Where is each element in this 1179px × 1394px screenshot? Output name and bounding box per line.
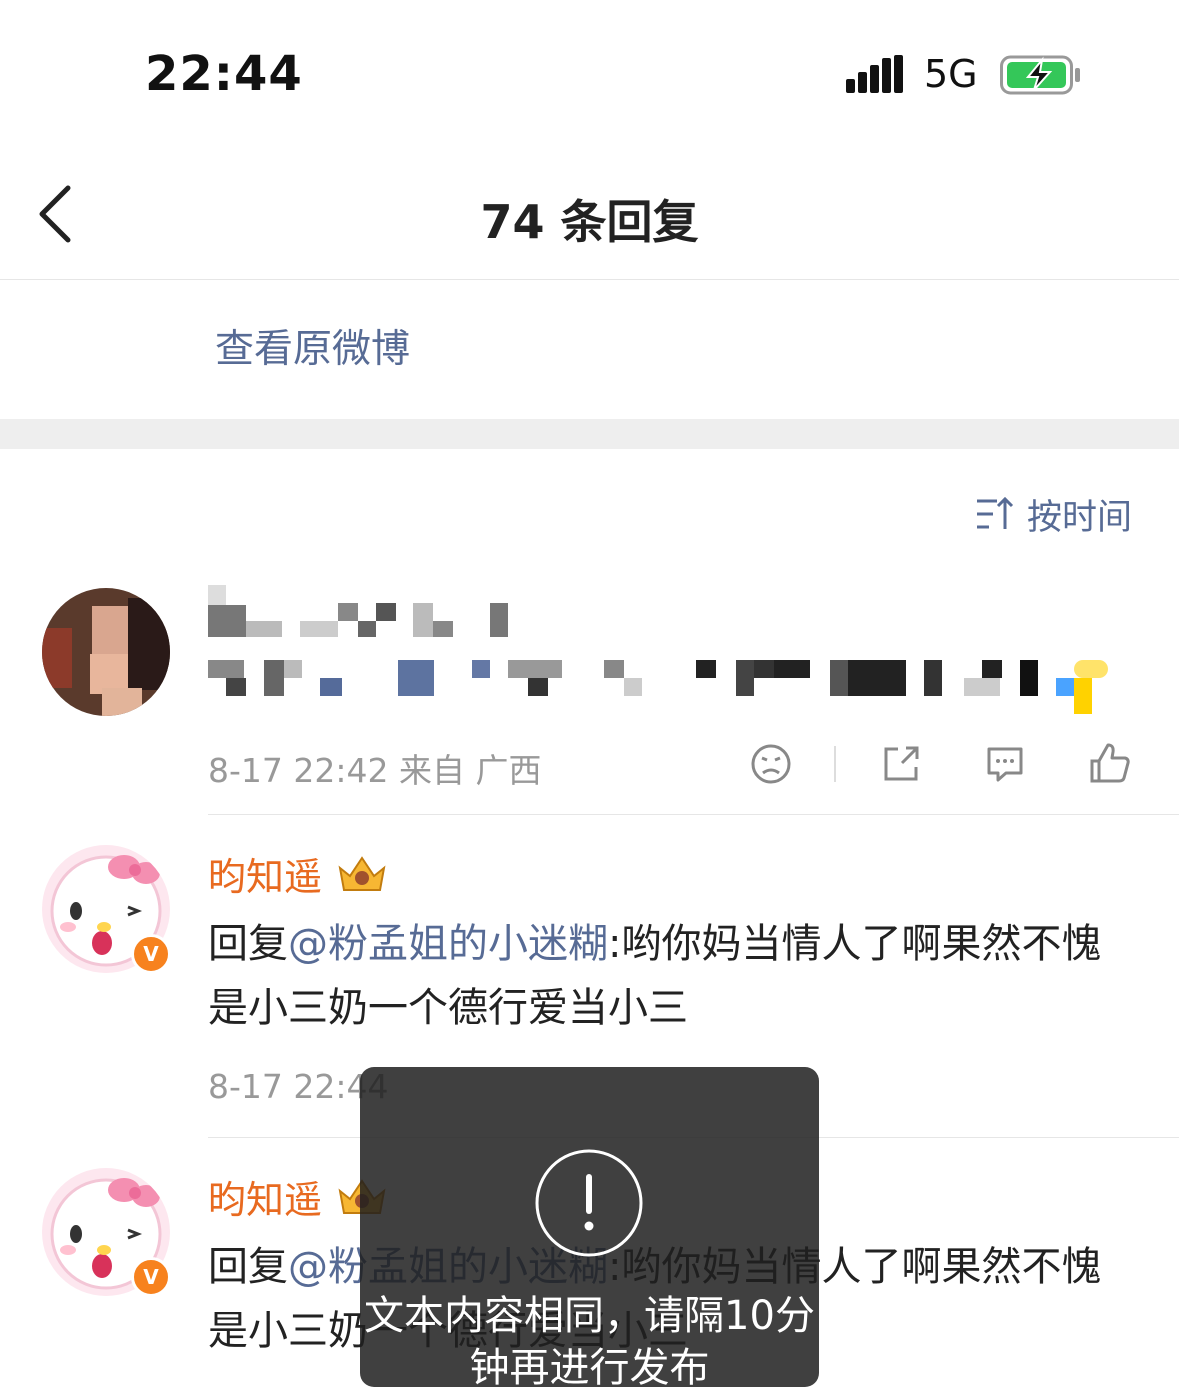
alert-icon	[535, 1149, 643, 1257]
network-type: 5G	[924, 52, 978, 96]
section-separator	[0, 419, 1179, 449]
page-title: 74 条回复	[480, 195, 699, 249]
view-original-link[interactable]: 查看原微博	[215, 318, 410, 374]
verified-badge-icon: V	[131, 1257, 171, 1297]
battery-charging-icon	[1000, 55, 1080, 95]
comment-icon[interactable]	[984, 743, 1026, 785]
status-time: 22:44	[145, 46, 303, 102]
comment-meta: 8-17 22:42 来自 广西	[208, 751, 542, 790]
sad-face-icon[interactable]	[750, 743, 792, 785]
divider	[208, 814, 1179, 815]
sort-toggle[interactable]: 按时间	[975, 492, 1132, 538]
crown-badge-icon	[338, 855, 386, 891]
reply-1-text: 回复@粉孟姐的小迷糊:哟你妈当情人了啊果然不愧是小三奶一个德行爱当小三	[208, 912, 1128, 1040]
action-divider	[834, 746, 836, 782]
reply-1-username[interactable]: 昀知遥	[208, 846, 322, 901]
sort-icon	[977, 496, 1014, 529]
reply-prefix: 回复	[208, 921, 288, 967]
reply-2-username[interactable]: 昀知遥	[208, 1169, 322, 1224]
like-icon[interactable]	[1088, 741, 1132, 785]
signal-icon	[846, 55, 903, 93]
pixelated-comment-text	[208, 658, 1118, 718]
sort-label: 按时间	[1027, 497, 1133, 538]
divider	[0, 279, 1179, 280]
reply-1-header: 昀知遥	[208, 846, 390, 901]
verified-badge-icon: V	[131, 934, 171, 974]
reply-prefix: 回复	[208, 1244, 288, 1290]
mention-link[interactable]: @粉孟姐的小迷糊	[288, 921, 608, 967]
toast-message: 文本内容相同，请隔10分钟再进行发布	[364, 1293, 815, 1391]
pixelated-username[interactable]	[208, 585, 518, 640]
avatar-pixelated[interactable]	[42, 588, 170, 716]
share-icon[interactable]	[880, 743, 922, 785]
